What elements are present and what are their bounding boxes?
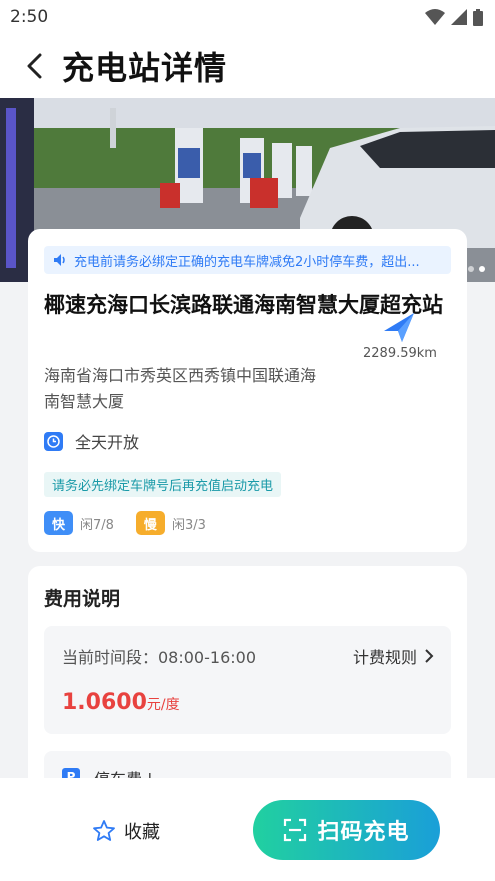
wifi-icon xyxy=(425,9,445,25)
bottom-action-bar: 收藏 扫码充电 xyxy=(0,778,495,881)
slow-charger-badge: 慢 xyxy=(135,511,165,535)
opening-hours: 全天开放 xyxy=(44,429,139,453)
charger-availability: 快 闲7/8 慢 闲3/3 xyxy=(44,511,228,535)
speaker-icon xyxy=(54,254,65,266)
carousel-dots xyxy=(468,266,485,272)
chevron-right-icon xyxy=(425,649,434,663)
scan-icon xyxy=(284,818,307,842)
scan-charge-label: 扫码充电 xyxy=(317,820,410,845)
back-button[interactable] xyxy=(12,44,56,88)
back-arrow-icon xyxy=(27,53,42,79)
status-time: 2:50 xyxy=(10,7,49,27)
binding-tag: 请务必先绑定车牌号后再充值启动充电 xyxy=(44,472,282,497)
price-unit: 元/度 xyxy=(146,697,180,713)
station-info-card: 充电前请务必绑定正确的充电车牌减免2小时停车费，超出... 椰速充海口长滨路联通… xyxy=(28,229,467,552)
navigation-icon[interactable] xyxy=(380,311,416,343)
favorite-button[interactable]: 收藏 xyxy=(92,818,160,844)
carousel-dot-active xyxy=(479,266,485,272)
fast-charger-count: 闲7/8 xyxy=(80,517,114,533)
status-bar: 2:50 xyxy=(0,0,495,34)
carousel-dot xyxy=(468,266,474,272)
battery-icon xyxy=(473,8,483,26)
notice-bar[interactable]: 充电前请务必绑定正确的充电车牌减免2小时停车费，超出... xyxy=(44,246,451,274)
header: 充电站详情 xyxy=(0,34,495,98)
status-icons xyxy=(425,8,483,26)
fee-title: 费用说明 xyxy=(44,588,121,610)
scan-charge-button[interactable]: 扫码充电 xyxy=(253,800,440,860)
notice-text: 充电前请务必绑定正确的充电车牌减免2小时停车费，超出... xyxy=(74,254,420,270)
billing-rules-label: 计费规则 xyxy=(352,648,417,667)
star-icon xyxy=(93,820,115,841)
signal-icon xyxy=(451,9,467,25)
distance-label: 2289.59km xyxy=(363,346,437,361)
slow-charger-count: 闲3/3 xyxy=(171,517,206,533)
favorite-label: 收藏 xyxy=(124,822,160,843)
billing-rules-link[interactable]: 计费规则 xyxy=(353,644,435,668)
time-period: 当前时间段：08:00-16:00 xyxy=(62,648,256,667)
page-title: 充电站详情 xyxy=(62,49,228,87)
clock-icon xyxy=(44,431,63,451)
fast-charger-badge: 快 xyxy=(44,511,73,535)
price-value: 1.0600 xyxy=(62,690,147,715)
hours-text: 全天开放 xyxy=(75,433,140,452)
station-address: 海南省海口市秀英区西秀镇中国联通海南智慧大厦 xyxy=(44,366,317,411)
fee-period-box: 当前时间段：08:00-16:00 计费规则 1.0600元/度 xyxy=(44,626,451,734)
price: 1.0600元/度 xyxy=(62,690,180,715)
